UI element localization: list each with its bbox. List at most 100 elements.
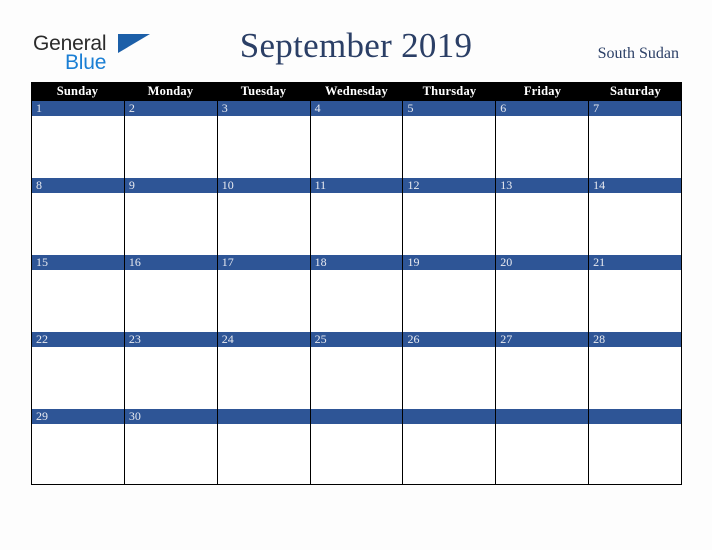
day-number: 16: [124, 255, 217, 270]
day-cell[interactable]: 4: [310, 101, 404, 178]
day-content-area[interactable]: [403, 270, 496, 332]
day-content-area[interactable]: [124, 424, 217, 484]
day-cell[interactable]: 11: [310, 178, 404, 255]
day-content-area[interactable]: [310, 270, 403, 332]
day-content-area[interactable]: [496, 424, 589, 484]
day-content-area[interactable]: [310, 347, 403, 409]
day-number: [310, 409, 403, 424]
day-number: 20: [496, 255, 589, 270]
day-of-week-tuesday: Tuesday: [240, 84, 287, 98]
day-content-area[interactable]: [496, 270, 589, 332]
day-number: 21: [589, 255, 682, 270]
day-content-area[interactable]: [403, 424, 496, 484]
day-cell[interactable]: 14: [589, 178, 683, 255]
day-cell[interactable]: 5: [403, 101, 497, 178]
day-number: 23: [124, 332, 217, 347]
day-content-area[interactable]: [32, 193, 124, 255]
day-cell[interactable]: 6: [496, 101, 590, 178]
day-content-area[interactable]: [403, 347, 496, 409]
day-cell[interactable]: 21: [589, 255, 683, 332]
day-of-week-monday: Monday: [147, 84, 194, 98]
day-of-week-header-row: Sunday Monday Tuesday Wednesday Thursday…: [31, 82, 682, 101]
day-cell[interactable]: 26: [403, 332, 497, 409]
day-content-area[interactable]: [310, 424, 403, 484]
day-content-area[interactable]: [32, 424, 124, 484]
day-cell[interactable]: 2: [124, 101, 218, 178]
day-cell[interactable]: 23: [124, 332, 218, 409]
day-content-area[interactable]: [496, 347, 589, 409]
day-of-week-sunday: Sunday: [56, 84, 99, 98]
day-cell[interactable]: 7: [589, 101, 683, 178]
day-number: 22: [32, 332, 124, 347]
day-content-area[interactable]: [496, 193, 589, 255]
day-cell[interactable]: 27: [496, 332, 590, 409]
day-cell[interactable]: [589, 409, 683, 484]
day-of-week-friday: Friday: [523, 84, 562, 98]
day-number: 26: [403, 332, 496, 347]
day-cell[interactable]: 15: [32, 255, 125, 332]
day-of-week-thursday: Thursday: [422, 84, 477, 98]
day-cell[interactable]: [403, 409, 497, 484]
day-cell[interactable]: 30: [124, 409, 218, 484]
day-number: 18: [310, 255, 403, 270]
day-number: 15: [32, 255, 124, 270]
day-cell[interactable]: 12: [403, 178, 497, 255]
day-content-area[interactable]: [310, 116, 403, 178]
day-content-area[interactable]: [589, 270, 682, 332]
day-content-area[interactable]: [403, 116, 496, 178]
day-content-area[interactable]: [310, 193, 403, 255]
day-cell[interactable]: 28: [589, 332, 683, 409]
day-number: 24: [217, 332, 310, 347]
day-cell[interactable]: 1: [32, 101, 125, 178]
day-cell[interactable]: 25: [310, 332, 404, 409]
day-cell[interactable]: 8: [32, 178, 125, 255]
day-number: 17: [217, 255, 310, 270]
day-number: 29: [32, 409, 124, 424]
day-cell[interactable]: 29: [32, 409, 125, 484]
day-cell[interactable]: 3: [217, 101, 311, 178]
day-content-area[interactable]: [217, 347, 310, 409]
day-cell[interactable]: 9: [124, 178, 218, 255]
day-content-area[interactable]: [124, 116, 217, 178]
day-cell[interactable]: 13: [496, 178, 590, 255]
day-content-area[interactable]: [589, 193, 682, 255]
day-cell[interactable]: 24: [217, 332, 311, 409]
week-row: 22 23 24 25 26 27 28: [31, 332, 683, 409]
day-content-area[interactable]: [32, 270, 124, 332]
day-of-week-saturday: Saturday: [610, 84, 661, 98]
day-content-area[interactable]: [496, 116, 589, 178]
calendar-grid: Sunday Monday Tuesday Wednesday Thursday…: [31, 82, 683, 485]
day-content-area[interactable]: [217, 193, 310, 255]
day-number: 13: [496, 178, 589, 193]
country-label: South Sudan: [597, 45, 679, 62]
day-cell[interactable]: 19: [403, 255, 497, 332]
day-content-area[interactable]: [124, 270, 217, 332]
day-content-area[interactable]: [589, 347, 682, 409]
day-content-area[interactable]: [124, 193, 217, 255]
day-cell[interactable]: 10: [217, 178, 311, 255]
day-cell[interactable]: [310, 409, 404, 484]
day-content-area[interactable]: [124, 347, 217, 409]
day-number: [403, 409, 496, 424]
day-content-area[interactable]: [589, 116, 682, 178]
day-cell[interactable]: 22: [32, 332, 125, 409]
day-content-area[interactable]: [217, 270, 310, 332]
day-cell[interactable]: 17: [217, 255, 311, 332]
day-number: 8: [32, 178, 124, 193]
day-cell[interactable]: 20: [496, 255, 590, 332]
week-row: 15 16 17 18 19 20 21: [31, 255, 683, 332]
day-number: 14: [589, 178, 682, 193]
day-number: [217, 409, 310, 424]
day-content-area[interactable]: [32, 116, 124, 178]
day-content-area[interactable]: [217, 424, 310, 484]
day-number: 12: [403, 178, 496, 193]
day-cell[interactable]: 18: [310, 255, 404, 332]
day-content-area[interactable]: [217, 116, 310, 178]
day-number: 4: [310, 101, 403, 116]
day-cell[interactable]: [217, 409, 311, 484]
day-cell[interactable]: [496, 409, 590, 484]
day-content-area[interactable]: [403, 193, 496, 255]
day-content-area[interactable]: [589, 424, 682, 484]
day-content-area[interactable]: [32, 347, 124, 409]
day-cell[interactable]: 16: [124, 255, 218, 332]
